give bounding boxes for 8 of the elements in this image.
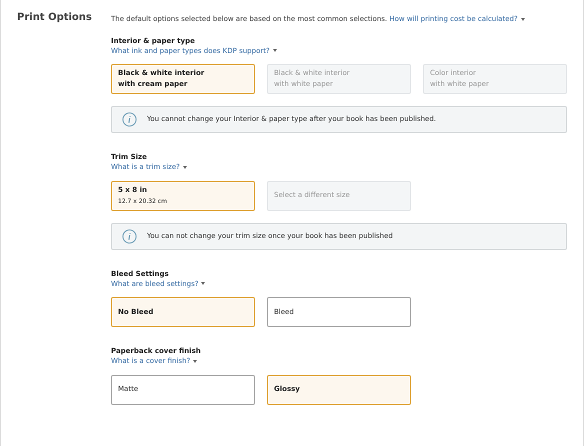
caret-icon bbox=[193, 360, 198, 363]
caret-icon bbox=[272, 49, 277, 52]
section-title: Print Options bbox=[17, 11, 93, 25]
caret-icon bbox=[182, 166, 187, 169]
info-icon bbox=[122, 112, 137, 127]
caret-icon bbox=[520, 18, 525, 21]
info-icon bbox=[122, 228, 137, 244]
caret-icon bbox=[201, 282, 206, 286]
